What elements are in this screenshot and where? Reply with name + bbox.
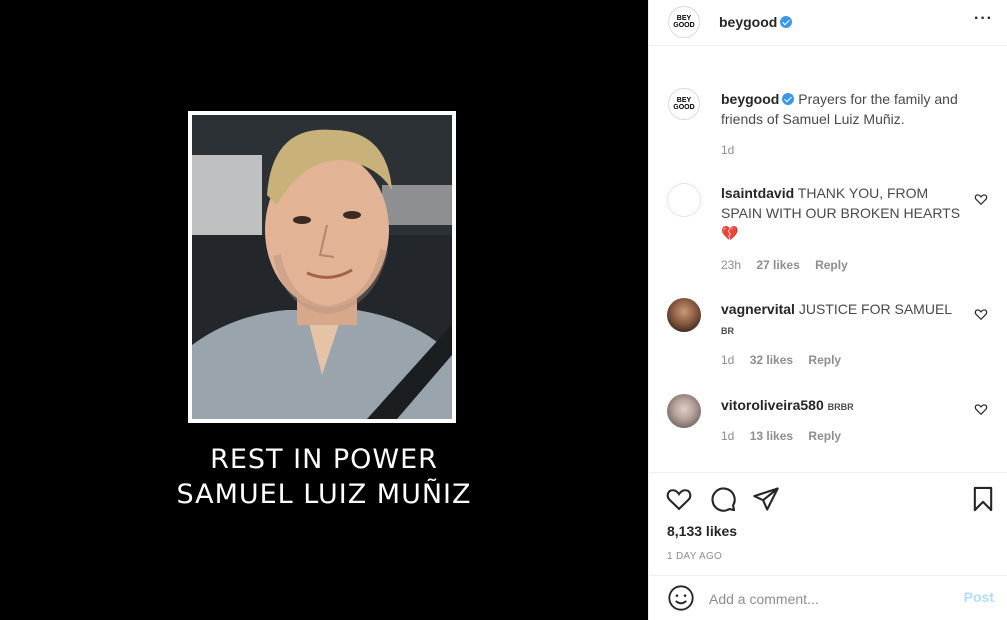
more-options-icon[interactable]: ···: [974, 10, 993, 28]
memorial-photo: [192, 115, 452, 419]
post-media[interactable]: REST IN POWER SAMUEL LUIZ MUÑIZ: [0, 0, 648, 620]
header-username-wrap: beygood: [719, 14, 793, 30]
comment-avatar[interactable]: [667, 183, 701, 217]
caption-meta: 1d: [721, 143, 746, 157]
caption-time[interactable]: 1d: [721, 143, 734, 157]
post-comment-button[interactable]: Post: [964, 589, 994, 605]
comment-text-block: vagnervital JUSTICE FOR SAMUEL BR: [721, 299, 961, 341]
post-header: BEY GOOD beygood ···: [649, 0, 1007, 46]
caption-username[interactable]: beygood: [721, 91, 779, 107]
verified-badge-icon: [780, 16, 793, 28]
comment-text-block: lsaintdavid THANK YOU, FROM SPAIN WITH O…: [721, 183, 961, 243]
comment-avatar[interactable]: [667, 298, 701, 332]
comment-tag: BRBR: [827, 402, 854, 412]
comment-meta: 23h 27 likes Reply: [721, 258, 860, 272]
share-send-icon[interactable]: [752, 485, 780, 513]
likes-count[interactable]: 8,133 likes: [667, 523, 737, 539]
comment-tag: BR: [721, 326, 734, 336]
broken-heart-emoji: 💔: [721, 225, 739, 241]
comment-likes[interactable]: 32 likes: [750, 353, 793, 367]
verified-badge-icon: [782, 93, 795, 105]
comments-list[interactable]: BEY GOOD beygood Prayers for the family …: [649, 46, 1007, 472]
caption-avatar[interactable]: BEY GOOD: [668, 88, 700, 120]
comment-likes[interactable]: 13 likes: [750, 429, 793, 443]
save-bookmark-icon[interactable]: [969, 485, 997, 513]
comment-username[interactable]: lsaintdavid: [721, 185, 794, 201]
caption-avatar-logo-text: BEY GOOD: [673, 97, 695, 111]
comment-username[interactable]: vagnervital: [721, 301, 795, 317]
like-comment-heart-icon[interactable]: [974, 192, 988, 206]
beygood-avatar[interactable]: BEY GOOD: [668, 6, 700, 38]
comment-meta: 1d 13 likes Reply: [721, 429, 853, 443]
like-heart-icon[interactable]: [665, 485, 693, 513]
comment-time[interactable]: 23h: [721, 258, 741, 272]
comment-likes[interactable]: 27 likes: [756, 258, 799, 272]
reply-button[interactable]: Reply: [808, 429, 841, 443]
comment-text-block: vitoroliveira580 BRBR: [721, 395, 961, 417]
comment-text: JUSTICE FOR SAMUEL: [798, 301, 953, 317]
post-actions: 8,133 likes 1 DAY AGO: [649, 472, 1007, 575]
post-side-panel: BEY GOOD beygood ··· BEY GOOD beygood Pr…: [648, 0, 1007, 620]
reply-button[interactable]: Reply: [808, 353, 841, 367]
avatar-logo-text: BEY GOOD: [673, 15, 695, 29]
header-username[interactable]: beygood: [719, 14, 777, 30]
like-comment-heart-icon[interactable]: [974, 307, 988, 321]
reply-button[interactable]: Reply: [815, 258, 848, 272]
comment-bubble-icon[interactable]: [709, 485, 737, 513]
caption-line-1: REST IN POWER: [210, 444, 438, 475]
comment-input[interactable]: [709, 588, 939, 610]
add-comment-bar: Post: [649, 575, 1007, 620]
comment-time[interactable]: 1d: [721, 429, 734, 443]
comment-avatar[interactable]: [667, 394, 701, 428]
emoji-smile-icon[interactable]: [667, 584, 695, 612]
like-comment-heart-icon[interactable]: [974, 402, 988, 416]
post-date[interactable]: 1 DAY AGO: [667, 551, 722, 562]
memorial-photo-frame: [188, 111, 456, 423]
portrait-illustration: [192, 115, 452, 419]
comment-username[interactable]: vitoroliveira580: [721, 397, 824, 413]
post-caption: beygood Prayers for the family and frien…: [721, 89, 991, 129]
caption-line-2: SAMUEL LUIZ MUÑIZ: [176, 479, 472, 510]
comment-meta: 1d 32 likes Reply: [721, 353, 853, 367]
comment-time[interactable]: 1d: [721, 353, 734, 367]
